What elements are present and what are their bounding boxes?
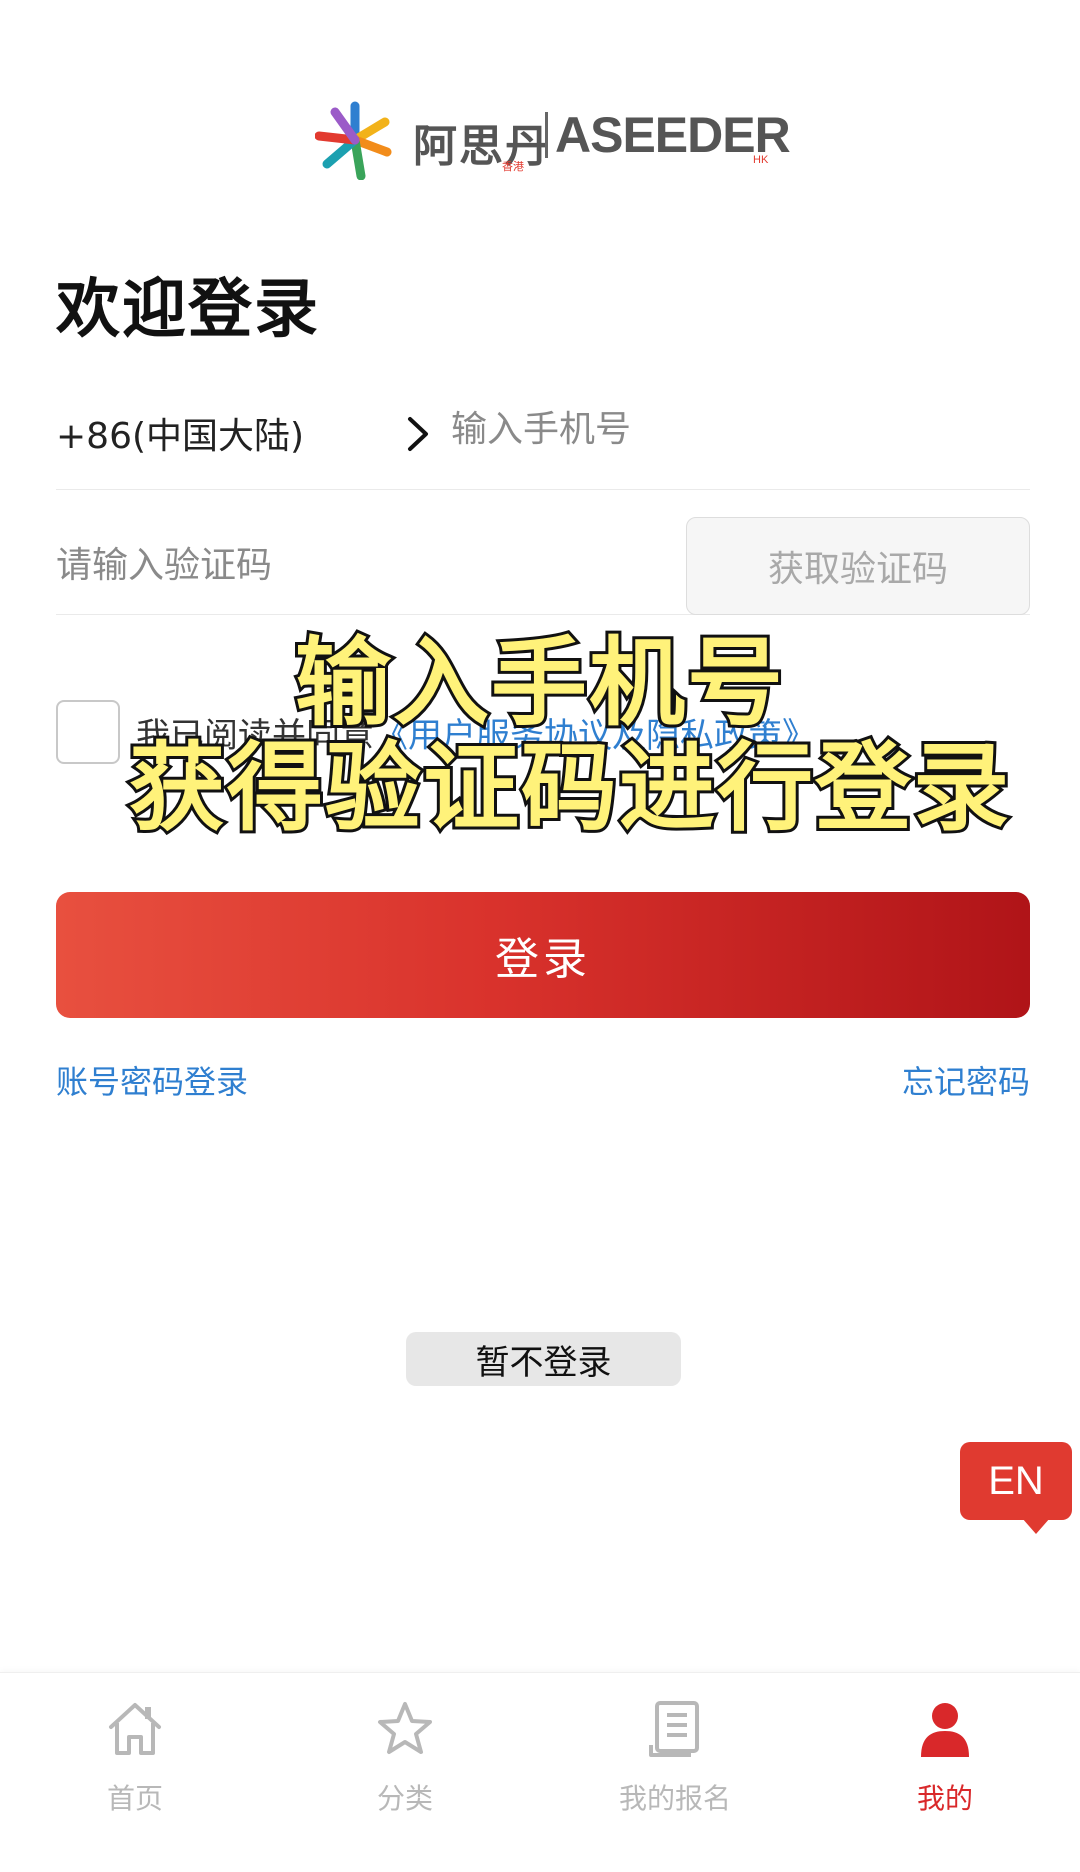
tab-category-label: 分类 (376, 1782, 433, 1815)
code-row: 获取验证码 (56, 517, 1030, 615)
tab-category[interactable]: 分类 (270, 1673, 540, 1872)
overlay-caption-line2: 获得验证码进行登录 (126, 729, 1012, 847)
tab-my-registrations[interactable]: 我的报名 (540, 1673, 810, 1872)
brand-divider (545, 112, 548, 158)
tab-home[interactable]: 首页 (0, 1673, 270, 1872)
phone-row: +86(中国大陆) (56, 395, 1030, 490)
brand-name-cn-sub: 香港 (502, 160, 524, 173)
skip-login-button[interactable]: 暂不登录 (406, 1332, 681, 1386)
page-title: 欢迎登录 (56, 273, 320, 347)
phone-input[interactable] (451, 399, 1011, 459)
logo-asterisk-icon (315, 101, 392, 180)
forgot-password-link[interactable]: 忘记密码 (902, 1057, 1030, 1103)
language-toggle-button[interactable]: EN (960, 1442, 1072, 1534)
tab-mine-label: 我的 (916, 1782, 973, 1815)
star-icon (378, 1702, 432, 1754)
brand-logo: 阿思丹 香港 ASEEDER HK (315, 100, 791, 180)
tab-mine[interactable]: 我的 (810, 1673, 1080, 1872)
bottom-tab-bar: 首页 分类 我的报名 我的 (0, 1672, 1080, 1872)
password-login-link[interactable]: 账号密码登录 (56, 1057, 248, 1103)
login-button[interactable]: 登录 (56, 892, 1030, 1018)
tab-home-label: 首页 (106, 1782, 163, 1815)
brand-name-en-sub: HK (753, 154, 769, 166)
user-icon (921, 1703, 969, 1757)
get-code-button[interactable]: 获取验证码 (686, 517, 1030, 615)
home-icon (109, 1703, 161, 1755)
tab-my-registrations-label: 我的报名 (618, 1782, 731, 1815)
country-code-selector[interactable]: +86(中国大陆) (56, 407, 304, 459)
chevron-right-icon[interactable] (394, 409, 444, 459)
brand-name-cn: 阿思丹 (413, 121, 551, 172)
verification-code-input[interactable] (56, 535, 616, 595)
document-icon (649, 1701, 699, 1757)
